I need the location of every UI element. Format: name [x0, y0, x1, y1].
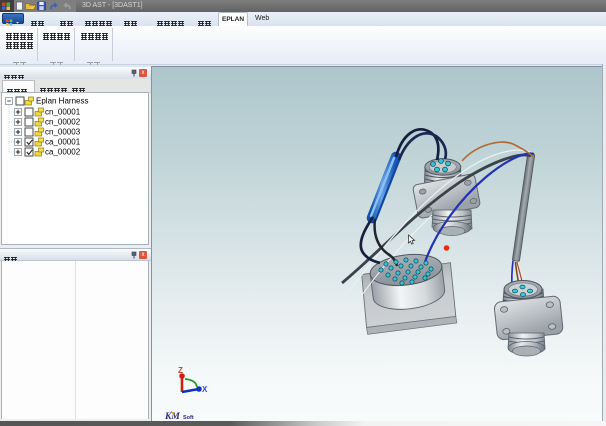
svg-text:X: X [202, 385, 208, 394]
svg-text:KM: KM [164, 412, 180, 420]
svg-text:Z: Z [178, 366, 183, 375]
svg-text:Eplan Harness: Eplan Harness [36, 97, 88, 106]
svg-text:cn_00003: cn_00003 [45, 128, 81, 137]
svg-text:ca_00002: ca_00002 [45, 148, 81, 157]
svg-text:Soft: Soft [183, 415, 194, 420]
svg-text:ca_00001: ca_00001 [45, 138, 81, 147]
svg-text:cn_00002: cn_00002 [45, 118, 81, 127]
svg-text:cn_00001: cn_00001 [45, 108, 81, 117]
